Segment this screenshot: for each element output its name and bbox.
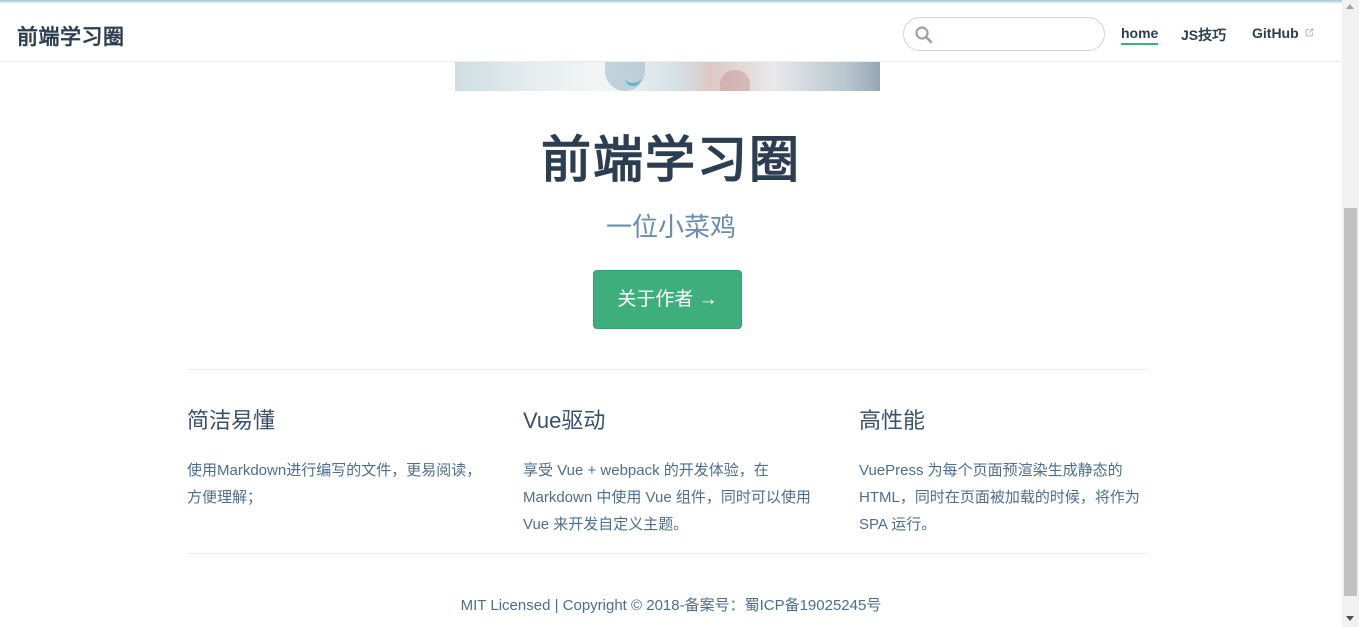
nav-item-js-tips[interactable]: JS技巧 (1181, 25, 1226, 45)
feature-title: 高性能 (859, 408, 926, 433)
feature-simple: 简洁易懂 使用Markdown进行编写的文件，更易阅读，方便理解； (187, 404, 487, 511)
nav-item-github[interactable]: GitHub (1252, 25, 1315, 41)
features-top-divider (187, 369, 1148, 370)
footer-divider (187, 553, 1148, 554)
scroll-up-arrow-icon[interactable] (1346, 4, 1354, 9)
feature-title: 简洁易懂 (187, 408, 276, 433)
site-name[interactable]: 前端学习圈 (17, 21, 125, 51)
navbar: 前端学习圈 home JS技巧 GitHub (0, 4, 1342, 62)
nav-item-home[interactable]: home (1121, 25, 1159, 45)
external-link-icon (1304, 25, 1315, 41)
search-icon (914, 25, 934, 45)
about-author-button[interactable]: 关于作者 → (593, 270, 742, 329)
feature-details: 享受 Vue + webpack 的开发体验，在 Markdown 中使用 Vu… (523, 462, 811, 533)
hero-description: 一位小菜鸡 (605, 212, 736, 242)
scroll-down-arrow-icon[interactable] (1346, 616, 1354, 621)
nav-item-github-label: GitHub (1252, 25, 1299, 41)
feature-vue-powered: Vue驱动 享受 Vue + webpack 的开发体验，在 Markdown … (523, 404, 823, 538)
hero-image (455, 62, 880, 91)
search-box[interactable] (903, 17, 1105, 51)
hero-title: 前端学习圈 (541, 132, 801, 188)
feature-performance: 高性能 VuePress 为每个页面预渲染生成静态的 HTML，同时在页面被加载… (859, 404, 1159, 538)
search-input[interactable] (938, 22, 1098, 46)
footer: MIT Licensed | Copyright © 2018-备案号：蜀ICP… (460, 597, 882, 614)
scrollbar-thumb[interactable] (1344, 208, 1357, 596)
feature-details: 使用Markdown进行编写的文件，更易阅读，方便理解； (187, 462, 482, 506)
feature-details: VuePress 为每个页面预渲染生成静态的 HTML，同时在页面被加载的时候，… (859, 462, 1140, 533)
feature-title: Vue驱动 (523, 408, 606, 433)
